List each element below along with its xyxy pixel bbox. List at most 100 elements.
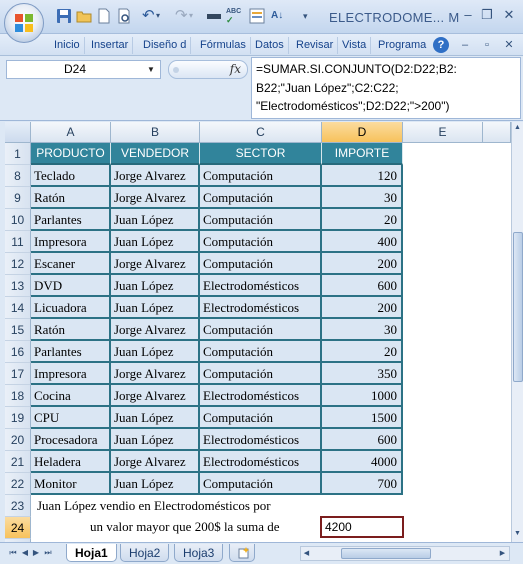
prev-sheet-icon[interactable]: ◀ <box>20 547 30 559</box>
tab-vista[interactable]: Vista <box>338 37 372 54</box>
table-cell[interactable]: Ratón <box>31 187 111 209</box>
border-icon[interactable] <box>206 8 222 24</box>
name-box-dropdown-icon[interactable]: ▼ <box>144 61 158 78</box>
table-cell[interactable]: Ratón <box>31 319 111 341</box>
table-cell[interactable]: Jorge Alvarez <box>111 385 200 407</box>
form-icon[interactable] <box>249 8 265 24</box>
row-header[interactable]: 19 <box>5 407 31 429</box>
table-cell[interactable]: 600 <box>322 275 403 297</box>
tab-formulas[interactable]: Fórmulas <box>196 37 251 54</box>
column-header-b[interactable]: B <box>111 122 200 143</box>
tab-revisar[interactable]: Revisar <box>292 37 339 54</box>
table-cell[interactable]: 200 <box>322 253 403 275</box>
table-cell[interactable]: Jorge Alvarez <box>111 253 200 275</box>
ribbon-minimize-button[interactable]: – <box>457 37 473 53</box>
column-header-e[interactable]: E <box>403 122 483 143</box>
select-all-button[interactable] <box>5 122 31 143</box>
redo-dropdown-icon[interactable]: ▾ <box>189 8 205 24</box>
table-cell[interactable]: Juan López <box>111 341 200 363</box>
header-producto[interactable]: PRODUCTO <box>31 143 111 165</box>
table-cell[interactable]: Electrodomésticos <box>200 275 322 297</box>
row-header[interactable]: 15 <box>5 319 31 341</box>
table-cell[interactable]: Cocina <box>31 385 111 407</box>
table-cell[interactable]: Juan López <box>111 297 200 319</box>
table-cell[interactable]: Parlantes <box>31 341 111 363</box>
tab-inicio[interactable]: Inicio <box>50 37 85 54</box>
table-cell[interactable]: Juan López <box>111 209 200 231</box>
horizontal-scroll-thumb[interactable] <box>341 548 431 559</box>
table-cell[interactable]: Juan López <box>111 231 200 253</box>
table-cell[interactable]: Electrodomésticos <box>200 429 322 451</box>
last-sheet-icon[interactable]: ⏭ <box>43 547 53 559</box>
table-cell[interactable]: Parlantes <box>31 209 111 231</box>
table-cell[interactable]: Impresora <box>31 231 111 253</box>
table-cell[interactable]: Juan López <box>111 473 200 495</box>
open-icon[interactable] <box>76 8 92 24</box>
table-cell[interactable]: Computación <box>200 473 322 495</box>
table-cell[interactable]: 30 <box>322 319 403 341</box>
table-cell[interactable]: Computación <box>200 319 322 341</box>
header-vendedor[interactable]: VENDEDOR <box>111 143 200 165</box>
row-header[interactable]: 17 <box>5 363 31 385</box>
spelling-icon[interactable]: ABC ✓ <box>226 8 242 25</box>
customize-icon[interactable]: ▾ <box>303 8 319 24</box>
table-cell[interactable]: 400 <box>322 231 403 253</box>
table-cell[interactable]: 1000 <box>322 385 403 407</box>
office-button[interactable] <box>4 3 44 43</box>
table-cell[interactable]: 20 <box>322 341 403 363</box>
table-cell[interactable]: Jorge Alvarez <box>111 165 200 187</box>
tab-datos[interactable]: Datos <box>251 37 289 54</box>
row-header[interactable]: 11 <box>5 231 31 253</box>
row-header[interactable]: 1 <box>5 143 31 165</box>
row-header[interactable]: 21 <box>5 451 31 473</box>
table-cell[interactable]: Computación <box>200 407 322 429</box>
ribbon-restore-button[interactable]: ▫ <box>479 37 495 53</box>
horizontal-scrollbar[interactable]: ◀ ▶ <box>300 546 510 561</box>
scroll-left-icon[interactable]: ◀ <box>301 548 312 560</box>
row-header[interactable]: 9 <box>5 187 31 209</box>
table-cell[interactable]: Impresora <box>31 363 111 385</box>
first-sheet-icon[interactable]: ⏮ <box>8 547 18 559</box>
name-box[interactable]: D24 ▼ <box>6 60 161 79</box>
table-cell[interactable]: Computación <box>200 165 322 187</box>
row-header[interactable]: 13 <box>5 275 31 297</box>
table-cell[interactable]: Teclado <box>31 165 111 187</box>
table-cell[interactable]: Computación <box>200 363 322 385</box>
scroll-right-icon[interactable]: ▶ <box>497 548 508 560</box>
table-cell[interactable]: Computación <box>200 209 322 231</box>
ribbon-close-button[interactable]: ✕ <box>501 37 517 53</box>
tab-insertar[interactable]: Insertar <box>87 37 134 54</box>
insert-function-button[interactable]: fx <box>230 62 241 76</box>
scroll-down-icon[interactable]: ▼ <box>512 528 523 540</box>
table-cell[interactable]: Computación <box>200 231 322 253</box>
tab-programador[interactable]: Programa <box>374 37 430 54</box>
tab-diseno[interactable]: Diseño d <box>139 37 192 54</box>
table-cell[interactable]: 350 <box>322 363 403 385</box>
table-cell[interactable]: 4000 <box>322 451 403 473</box>
sheet-tab-hoja1[interactable]: Hoja1 <box>66 544 117 562</box>
row-header[interactable]: 14 <box>5 297 31 319</box>
table-cell[interactable]: Monitor <box>31 473 111 495</box>
next-sheet-icon[interactable]: ▶ <box>31 547 41 559</box>
column-header-f[interactable] <box>483 122 511 143</box>
table-cell[interactable]: Jorge Alvarez <box>111 363 200 385</box>
row-header[interactable]: 8 <box>5 165 31 187</box>
table-cell[interactable]: Jorge Alvarez <box>111 451 200 473</box>
table-cell[interactable]: Electrodomésticos <box>200 385 322 407</box>
table-cell[interactable]: 30 <box>322 187 403 209</box>
table-cell[interactable]: Escaner <box>31 253 111 275</box>
undo-dropdown-icon[interactable]: ▾ <box>156 8 172 24</box>
table-cell[interactable]: 200 <box>322 297 403 319</box>
row-header[interactable]: 23 <box>5 495 31 517</box>
table-cell[interactable]: Heladera <box>31 451 111 473</box>
help-icon[interactable]: ? <box>433 37 449 53</box>
table-cell[interactable]: Procesadora <box>31 429 111 451</box>
row-header-selected[interactable]: 24 <box>5 517 31 539</box>
table-cell[interactable]: Jorge Alvarez <box>111 187 200 209</box>
table-cell[interactable]: 120 <box>322 165 403 187</box>
table-cell[interactable]: Computación <box>200 187 322 209</box>
table-cell[interactable]: DVD <box>31 275 111 297</box>
sheet-tab-hoja2[interactable]: Hoja2 <box>120 544 170 562</box>
table-cell[interactable]: 20 <box>322 209 403 231</box>
save-icon[interactable] <box>56 8 72 24</box>
